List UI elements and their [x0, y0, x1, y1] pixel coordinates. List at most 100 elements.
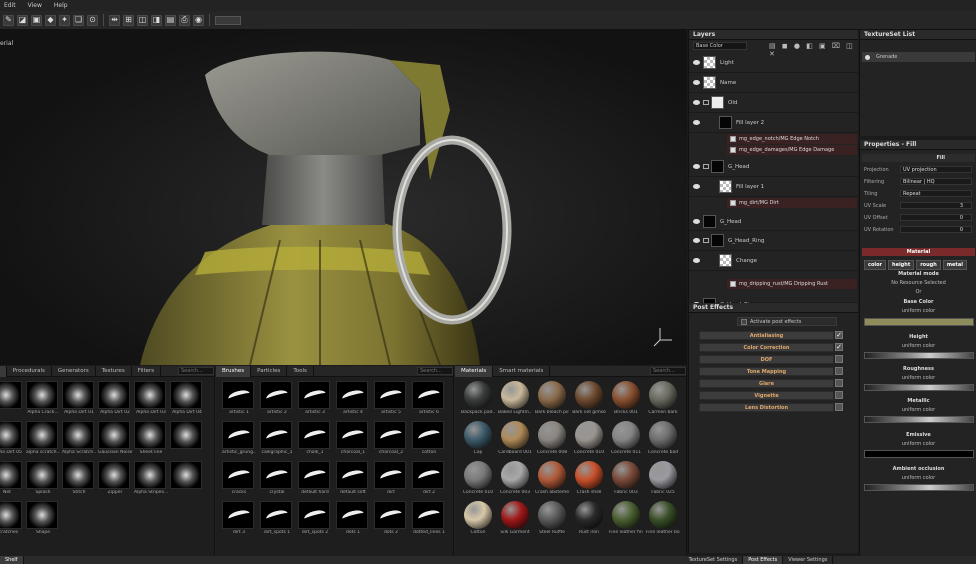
screenshot-icon[interactable]: ⎙ — [179, 14, 190, 26]
post-effect-header[interactable]: Lens Distortion — [699, 403, 834, 412]
tab-smart-materials[interactable]: Smart materials — [493, 365, 551, 377]
tab-filters[interactable]: Filters — [132, 365, 162, 377]
shelf-item[interactable]: Cardboard 001 — [498, 421, 532, 461]
post-effect-header[interactable]: DOF — [699, 355, 834, 364]
shelf-item[interactable]: Bark old gimso — [572, 381, 606, 421]
channel-rough-button[interactable]: rough — [916, 260, 941, 270]
tab-viewer-settings[interactable]: Viewer Settings — [783, 556, 834, 564]
shelf-item[interactable]: cotton — [412, 421, 446, 461]
tab-brushes[interactable]: Brushes — [216, 365, 252, 377]
shelf-item[interactable]: artistic 2 — [260, 381, 294, 421]
channel-height-button[interactable]: height — [888, 260, 915, 270]
visibility-icon[interactable] — [693, 219, 700, 224]
shelf-item[interactable]: Concrete bad — [646, 421, 680, 461]
projection-icon[interactable]: ▣ — [31, 14, 42, 26]
post-effect-header[interactable]: Tone Mapping — [699, 367, 834, 376]
filtering-select[interactable]: Bilinear | HQ — [900, 178, 972, 185]
shelf-item[interactable] — [170, 421, 204, 461]
post-effect-header[interactable]: Antialiasing — [699, 331, 834, 340]
uv-offset-field[interactable]: 0 — [900, 214, 972, 221]
shelf-item[interactable]: dirt 3 — [222, 501, 256, 541]
tab-textureset-settings[interactable]: TextureSet Settings — [684, 556, 744, 564]
post-effect-header[interactable]: Glare — [699, 379, 834, 388]
shelf-item[interactable]: dirt 2 — [412, 461, 446, 501]
shelf-item[interactable]: Baked Lightin... — [498, 381, 532, 421]
menu-view[interactable]: View — [28, 2, 42, 9]
post-effect-checkbox[interactable]: ✓ — [835, 343, 843, 351]
shelf-item[interactable]: dots 2 — [374, 501, 408, 541]
materials-search-input[interactable]: Search... — [650, 367, 686, 375]
tab-tools[interactable]: Tools — [287, 365, 314, 377]
shelf-item[interactable]: Splash — [26, 461, 60, 501]
shelf-item[interactable]: Crash shell — [572, 461, 606, 501]
channel-metal-button[interactable]: metal — [942, 260, 967, 270]
visibility-icon[interactable] — [693, 120, 700, 125]
shelf-item[interactable]: Fine leather fine — [609, 501, 643, 541]
tab-procedurals[interactable]: Procedurals — [7, 365, 52, 377]
shelf-item[interactable]: Gaussian Noise — [98, 421, 132, 461]
clone-icon[interactable]: ❏ — [73, 14, 84, 26]
shelf-item[interactable]: Concrete 010 — [572, 421, 606, 461]
post-effect-checkbox[interactable] — [835, 367, 843, 375]
tab-textures[interactable]: Textures — [96, 365, 132, 377]
metallic-slider[interactable] — [864, 416, 974, 423]
shelf-item[interactable]: Alpha Crack... — [26, 381, 60, 421]
shelf-item[interactable]: Concrete 011 — [609, 421, 643, 461]
shelf-item[interactable]: calligraphic_1 — [260, 421, 294, 461]
textureset-item[interactable]: Grenade — [862, 52, 975, 62]
layer-effect[interactable]: mg_edge_damages/MG Edge Damage — [727, 145, 857, 155]
tab-materials[interactable]: Materials — [455, 365, 494, 377]
height-slider[interactable] — [864, 352, 974, 359]
shelf-item[interactable]: Shape — [26, 501, 60, 541]
fill-section-header[interactable]: Fill — [862, 154, 975, 162]
shelf-item[interactable]: dirt — [374, 461, 408, 501]
camera-icon[interactable]: ◫ — [137, 14, 148, 26]
channel-select[interactable]: Base Color — [693, 42, 747, 50]
activate-checkbox[interactable] — [741, 318, 747, 325]
symmetry-icon[interactable]: ⇹ — [109, 14, 120, 26]
shelf-item[interactable]: dirt_spots 2 — [298, 501, 332, 541]
post-effect-header[interactable]: Vignette — [699, 391, 834, 400]
shelf-item[interactable]: Bark bleach pine — [535, 381, 569, 421]
layer-effect[interactable]: mg_edge_notch/MG Edge Notch — [727, 134, 857, 144]
uv-rotation-field[interactable]: 0 — [900, 226, 972, 233]
post-effect-checkbox[interactable] — [835, 403, 843, 411]
post-effect-checkbox[interactable] — [835, 379, 843, 387]
visibility-icon[interactable] — [693, 60, 700, 65]
shelf-item[interactable]: crystal — [260, 461, 294, 501]
menu-help[interactable]: Help — [54, 2, 68, 9]
layer-row[interactable]: Name — [689, 73, 859, 93]
shelf-item[interactable]: artistic 5 — [374, 381, 408, 421]
tab-generators[interactable]: Generators — [52, 365, 96, 377]
tab-particles[interactable]: Particles — [251, 365, 288, 377]
polygon-fill-icon[interactable]: ◆ — [45, 14, 56, 26]
smudge-icon[interactable]: ✦ — [59, 14, 70, 26]
visibility-icon[interactable] — [693, 184, 700, 189]
shelf-item[interactable]: Concrete 003 — [498, 461, 532, 501]
brushes-search-input[interactable]: Search... — [417, 367, 453, 375]
shelf-item[interactable]: chalk_1 — [298, 421, 332, 461]
shelf-item[interactable]: artistic 6 — [412, 381, 446, 421]
shelf-item[interactable]: Carmen bark — [646, 381, 680, 421]
roughness-slider[interactable] — [864, 384, 974, 391]
layer-row[interactable]: Light — [689, 53, 859, 73]
shelf-item[interactable]: default soft — [336, 461, 370, 501]
layer-effect[interactable]: mg_dirt/MG Dirt — [727, 198, 857, 208]
shelf-item[interactable]: Zipper — [98, 461, 132, 501]
shelf-item[interactable]: Bricks 001 — [609, 381, 643, 421]
shelf-item[interactable]: Cotton — [461, 501, 495, 541]
tab-alphas[interactable] — [0, 365, 7, 377]
bake-icon[interactable]: ◉ — [193, 14, 204, 26]
visibility-icon[interactable] — [693, 258, 700, 263]
shelf-item[interactable]: charcoal_1 — [336, 421, 370, 461]
visibility-icon[interactable] — [693, 80, 700, 85]
shelf-tab[interactable]: Shelf — [0, 556, 24, 564]
shelf-item[interactable]: Steel Ruffle — [535, 501, 569, 541]
layer-row[interactable]: Fill layer 1 — [689, 177, 859, 197]
material-resource-slot[interactable]: No Resource Selected — [862, 280, 975, 286]
picker-icon[interactable]: ⊙ — [87, 14, 98, 26]
shelf-item[interactable]: Cap — [461, 421, 495, 461]
ao-slider[interactable] — [864, 484, 974, 491]
shelf-item[interactable]: Net — [0, 461, 24, 501]
shelf-item[interactable]: Alpha Dirt 04 — [170, 381, 204, 421]
